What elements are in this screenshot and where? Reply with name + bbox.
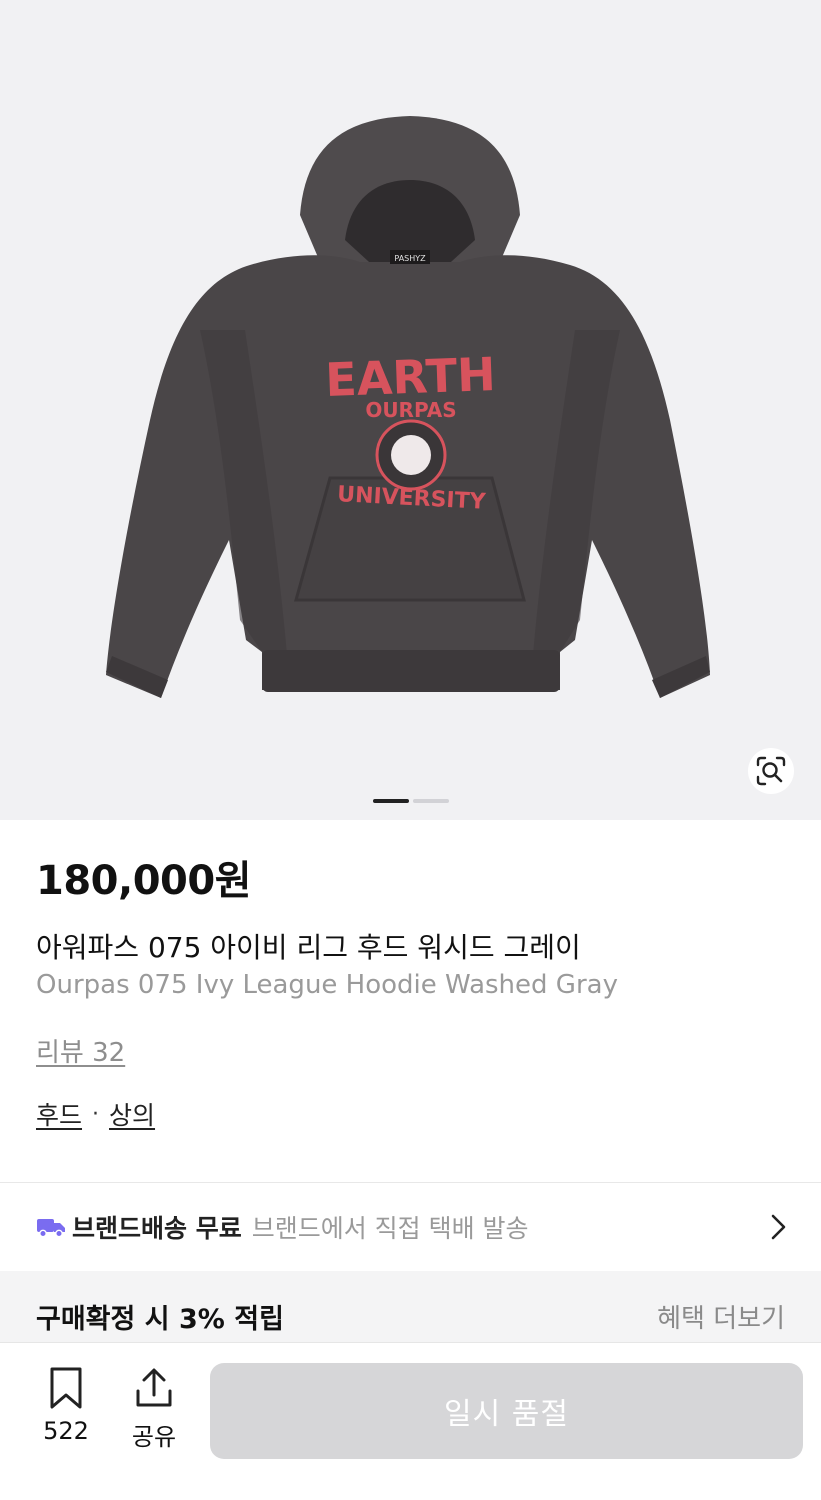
category-breadcrumb: 후드 · 상의 (36, 1096, 155, 1132)
shipping-description: 브랜드에서 직접 택배 발송 (251, 1214, 529, 1243)
hood-tag-text: PASHYZ (394, 254, 426, 263)
print-text-ourpas: OURPAS (365, 398, 456, 422)
share-label: 공유 (131, 1423, 177, 1451)
bottom-action-bar: 522 공유 일시 품절 (0, 1342, 821, 1500)
product-name-korean: 아워파스 075 아이비 리그 후드 워시드 그레이 (36, 931, 581, 964)
share-icon (136, 1368, 172, 1407)
bookmark-icon (50, 1367, 82, 1409)
product-image-gallery[interactable]: PASHYZ EARTH OURPAS UNIVERSITY (0, 0, 821, 820)
lens-icon (756, 756, 786, 786)
category-separator: · (92, 1101, 100, 1127)
product-name-english: Ourpas 075 Ivy League Hoodie Washed Gray (36, 970, 618, 1000)
bookmark-count: 522 (43, 1417, 89, 1445)
category-link-hood[interactable]: 후드 (36, 1096, 82, 1132)
pager-dot-2[interactable] (413, 799, 449, 803)
image-pager (373, 799, 449, 803)
chevron-right-icon (771, 1214, 786, 1240)
soldout-button[interactable]: 일시 품절 (210, 1363, 803, 1459)
bookmark-button[interactable]: 522 (36, 1365, 96, 1445)
benefit-title: 구매확정 시 3% 적립 (36, 1303, 284, 1335)
shipping-info-row[interactable]: 브랜드배송 무료 브랜드에서 직접 택배 발송 (0, 1183, 821, 1271)
share-button[interactable]: 공유 (124, 1365, 184, 1452)
category-link-top[interactable]: 상의 (109, 1096, 155, 1132)
shipping-title: 브랜드배송 무료 (72, 1214, 242, 1243)
review-link[interactable]: 리뷰 32 (36, 1032, 125, 1069)
product-price: 180,000원 (36, 858, 252, 904)
benefit-more-link[interactable]: 혜택 더보기 (657, 1298, 785, 1335)
product-image: PASHYZ EARTH OURPAS UNIVERSITY (106, 116, 710, 698)
pager-dot-1[interactable] (373, 799, 409, 803)
image-search-button[interactable] (748, 748, 794, 794)
truck-icon (37, 1219, 65, 1238)
